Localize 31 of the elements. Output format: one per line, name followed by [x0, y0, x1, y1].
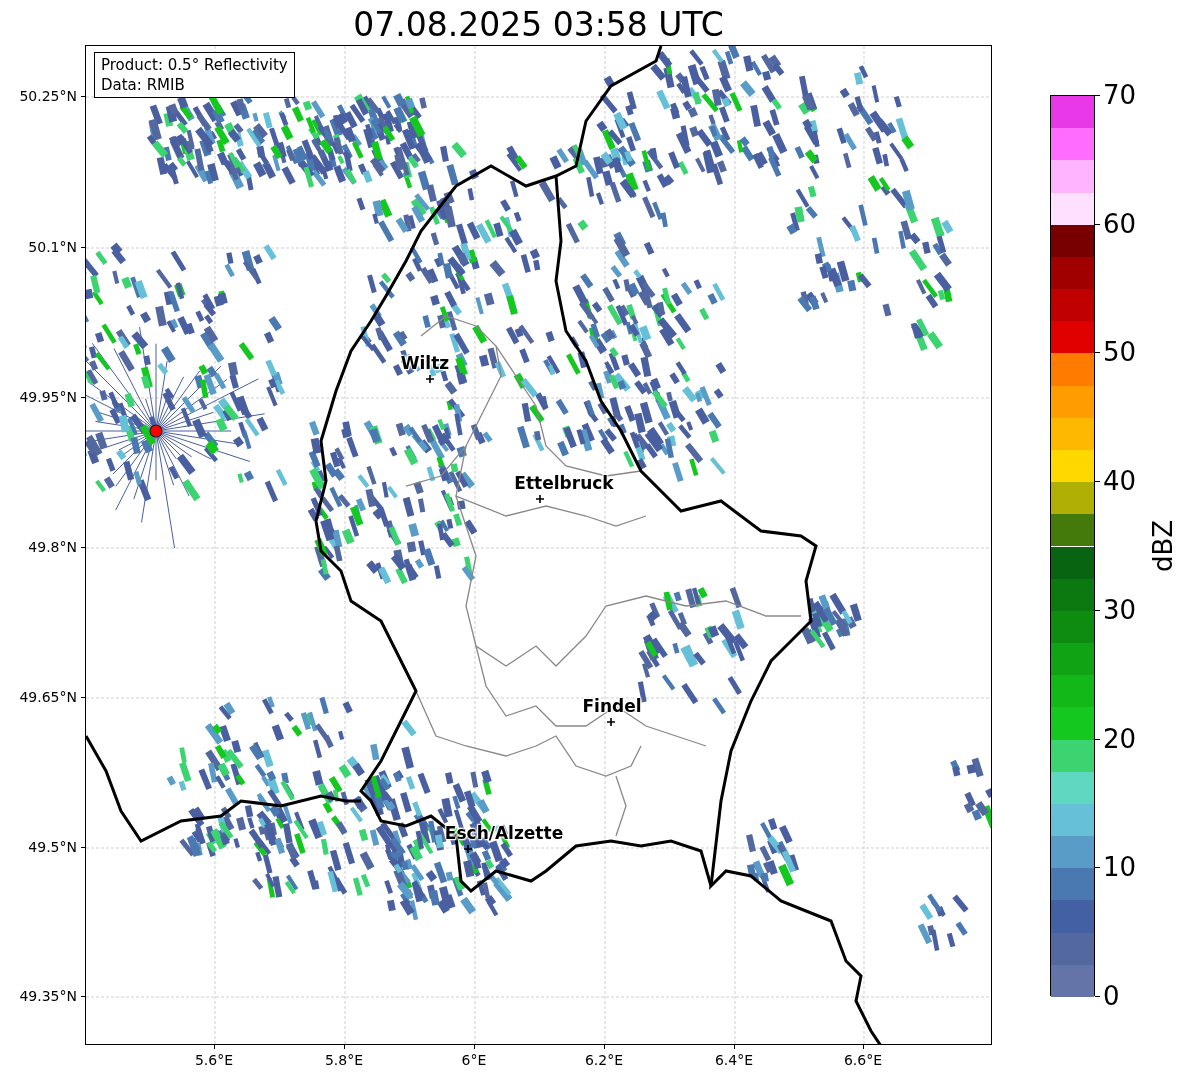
x-tick-label: 6.2°E [584, 1052, 624, 1068]
colorbar-tick-label: 0 [1103, 981, 1120, 1011]
chart-title: 07.08.2025 03:58 UTC [353, 5, 724, 45]
y-tick-label: 49.5°N [28, 839, 77, 855]
colorbar-tick-label: 20 [1103, 723, 1137, 754]
colorbar-tick-label: 50 [1103, 337, 1137, 368]
x-tick-label: 6°E [461, 1052, 487, 1068]
colorbar-tick-label: 30 [1103, 594, 1137, 625]
x-tick-label: 6.4°E [714, 1052, 754, 1068]
x-tick-label: 6.6°E [843, 1052, 883, 1068]
colorbar-tick-label: 10 [1103, 852, 1137, 883]
x-tick-label: 5.6°E [194, 1052, 234, 1068]
city-label: Ettelbruck [514, 473, 614, 493]
y-tick-label: 49.35°N [19, 988, 77, 1004]
city-label: Findel [582, 696, 642, 716]
y-tick-label: 50.25°N [19, 88, 77, 104]
y-tick-label: 49.8°N [28, 539, 77, 555]
info-text: Data: RMIB [101, 75, 186, 95]
colorbar-tick-label: 70 [1103, 80, 1137, 110]
info-text: Product: 0.5° Reflectivity [101, 55, 288, 75]
city-marker-icon [536, 495, 544, 503]
x-tick-label: 5.8°E [324, 1052, 364, 1068]
city-marker-icon [607, 718, 615, 726]
city-marker-icon [464, 845, 472, 853]
colorbar-tick-label: 40 [1103, 466, 1137, 497]
city-marker-icon [426, 375, 434, 383]
y-tick-label: 49.65°N [19, 689, 77, 705]
y-tick-label: 49.95°N [19, 389, 77, 405]
colorbar-label: dBZ [1148, 519, 1178, 572]
y-tick-label: 50.1°N [28, 239, 77, 255]
colorbar-tick-label: 60 [1103, 208, 1137, 239]
